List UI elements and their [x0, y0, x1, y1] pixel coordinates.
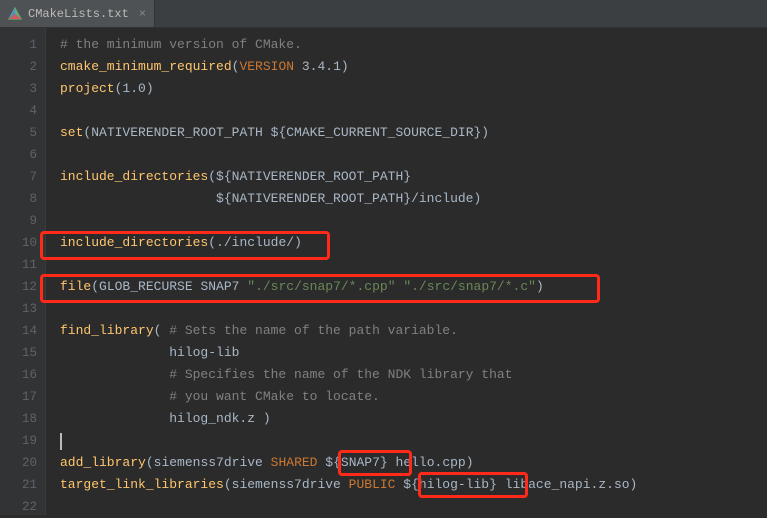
- code-line[interactable]: ${NATIVERENDER_ROOT_PATH}/include): [60, 188, 767, 210]
- line-number: 16: [0, 364, 37, 386]
- code-line[interactable]: hilog-lib: [60, 342, 767, 364]
- line-number: 5: [0, 122, 37, 144]
- cmake-file-icon: [8, 7, 22, 21]
- tab-bar: CMakeLists.txt ×: [0, 0, 767, 28]
- code-area[interactable]: # the minimum version of CMake. cmake_mi…: [46, 28, 767, 515]
- line-number: 17: [0, 386, 37, 408]
- line-number: 2: [0, 56, 37, 78]
- code-line[interactable]: include_directories(./include/): [60, 232, 767, 254]
- line-number: 15: [0, 342, 37, 364]
- line-number: 20: [0, 452, 37, 474]
- line-number: 18: [0, 408, 37, 430]
- code-line[interactable]: file(GLOB_RECURSE SNAP7 "./src/snap7/*.c…: [60, 276, 767, 298]
- tab-filename: CMakeLists.txt: [28, 7, 129, 21]
- code-line[interactable]: include_directories(${NATIVERENDER_ROOT_…: [60, 166, 767, 188]
- code-line[interactable]: project(1.0): [60, 78, 767, 100]
- code-line[interactable]: find_library( # Sets the name of the pat…: [60, 320, 767, 342]
- code-line[interactable]: # Specifies the name of the NDK library …: [60, 364, 767, 386]
- line-gutter: 1 2 3 4 5 6 7 8 9 10 11 12 13 14 15 16 1…: [0, 28, 46, 515]
- code-line[interactable]: [60, 144, 767, 166]
- line-number: 21: [0, 474, 37, 496]
- code-line[interactable]: # you want CMake to locate.: [60, 386, 767, 408]
- line-number: 7: [0, 166, 37, 188]
- line-number: 8: [0, 188, 37, 210]
- code-line[interactable]: [60, 210, 767, 232]
- line-number: 10: [0, 232, 37, 254]
- line-number: 3: [0, 78, 37, 100]
- line-number: 19: [0, 430, 37, 452]
- line-number: 4: [0, 100, 37, 122]
- line-number: 14: [0, 320, 37, 342]
- text-cursor: [60, 433, 62, 450]
- line-number: 11: [0, 254, 37, 276]
- code-line[interactable]: cmake_minimum_required(VERSION 3.4.1): [60, 56, 767, 78]
- code-line[interactable]: # the minimum version of CMake.: [60, 34, 767, 56]
- line-number: 9: [0, 210, 37, 232]
- code-line[interactable]: add_library(siemenss7drive SHARED ${SNAP…: [60, 452, 767, 474]
- code-line[interactable]: set(NATIVERENDER_ROOT_PATH ${CMAKE_CURRE…: [60, 122, 767, 144]
- code-line[interactable]: [60, 430, 767, 452]
- editor: 1 2 3 4 5 6 7 8 9 10 11 12 13 14 15 16 1…: [0, 28, 767, 515]
- code-line[interactable]: hilog_ndk.z ): [60, 408, 767, 430]
- file-tab[interactable]: CMakeLists.txt ×: [0, 0, 155, 27]
- code-line[interactable]: [60, 298, 767, 320]
- code-line[interactable]: target_link_libraries(siemenss7drive PUB…: [60, 474, 767, 496]
- line-number: 1: [0, 34, 37, 56]
- line-number: 6: [0, 144, 37, 166]
- line-number: 12: [0, 276, 37, 298]
- line-number: 13: [0, 298, 37, 320]
- close-icon[interactable]: ×: [139, 7, 146, 21]
- code-line[interactable]: [60, 254, 767, 276]
- code-line[interactable]: [60, 100, 767, 122]
